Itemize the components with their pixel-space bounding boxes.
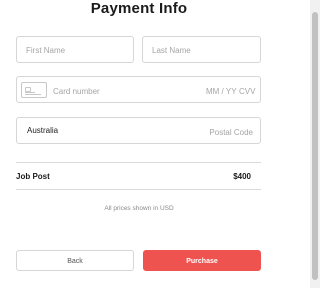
summary-divider-top [16,162,261,163]
postal-code-input[interactable] [197,127,253,137]
card-line-shape [25,92,35,93]
card-number-input[interactable] [53,86,153,96]
line-item-name: Job Post [16,172,50,181]
currency-note: All prices shown in USD [104,205,174,212]
first-name-input[interactable] [26,45,126,55]
purchase-button[interactable]: Purchase [143,250,261,271]
card-line-shape [25,94,41,95]
address-field[interactable]: Australia [16,117,261,144]
last-name-field[interactable] [142,36,261,63]
credit-card-icon [21,82,47,98]
first-name-field[interactable] [16,36,134,63]
back-button[interactable]: Back [16,250,134,271]
last-name-input[interactable] [152,45,252,55]
summary-divider-bottom [16,189,261,190]
card-cvv-input[interactable] [239,86,259,96]
line-item-price: $400 [233,172,251,181]
country-select[interactable]: Australia [27,126,58,135]
card-details-field[interactable] [16,76,261,103]
scrollbar-thumb[interactable] [312,12,318,280]
card-expiry-input[interactable] [206,86,239,96]
payment-form: Payment Info Australia Job Post $400 All… [0,0,278,288]
page-title: Payment Info [90,0,188,17]
scrollbar[interactable] [310,0,320,288]
